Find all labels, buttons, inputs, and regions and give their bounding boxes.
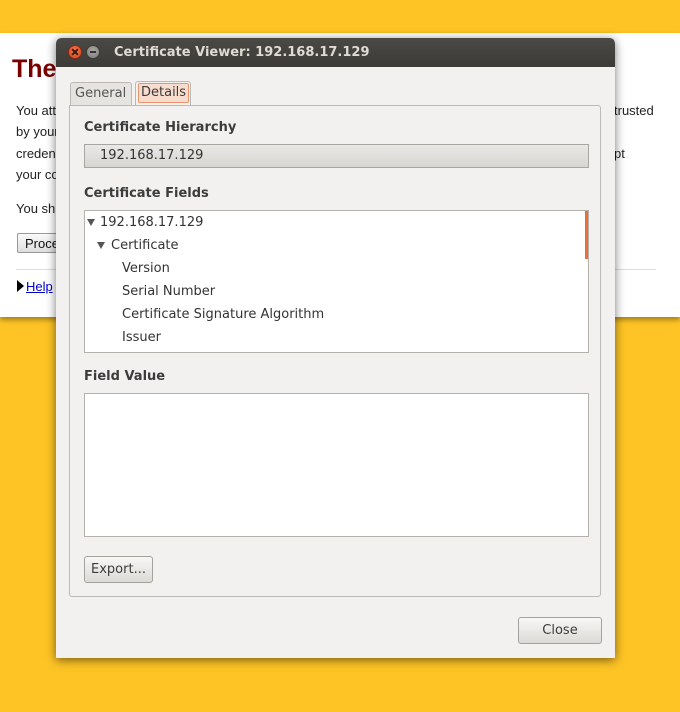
- scrollbar[interactable]: [585, 211, 588, 259]
- page-text-line: your co: [16, 167, 59, 182]
- page-text-line-end: trusted: [614, 103, 654, 118]
- tree-row-label: 192.168.17.129: [100, 215, 204, 230]
- tree-row[interactable]: Issuer: [122, 326, 161, 349]
- dialog-title: Certificate Viewer: 192.168.17.129: [114, 45, 370, 60]
- certificate-viewer-dialog: Certificate Viewer: 192.168.17.129 Gener…: [56, 38, 615, 658]
- minimize-icon[interactable]: [86, 45, 100, 59]
- page-title: The: [12, 55, 57, 83]
- tree-row[interactable]: Version: [122, 257, 170, 280]
- page-text-line: You att: [16, 103, 57, 118]
- certificate-fields-label: Certificate Fields: [84, 186, 209, 201]
- certificate-fields-tree[interactable]: 192.168.17.129 Certificate Version Seria…: [84, 210, 589, 353]
- details-panel: Certificate Hierarchy 192.168.17.129 Cer…: [69, 105, 601, 597]
- close-icon[interactable]: [68, 45, 82, 59]
- tree-row[interactable]: Serial Number: [122, 280, 215, 303]
- certificate-hierarchy-label: Certificate Hierarchy: [84, 120, 237, 135]
- tab-details-label: Details: [138, 83, 190, 103]
- triangle-down-icon[interactable]: [87, 219, 95, 226]
- help-expander[interactable]: Help: [17, 279, 53, 294]
- help-link[interactable]: Help: [26, 279, 53, 294]
- field-value-label: Field Value: [84, 369, 166, 384]
- tab-details[interactable]: Details: [135, 81, 191, 105]
- tab-general[interactable]: General: [70, 82, 132, 106]
- tree-row[interactable]: Certificate Signature Algorithm: [122, 303, 324, 326]
- close-button[interactable]: Close: [518, 617, 602, 644]
- field-value-textarea[interactable]: [84, 393, 589, 537]
- tree-row-label: Certificate: [111, 238, 179, 253]
- page-text-line: creden: [16, 146, 56, 161]
- export-button[interactable]: Export...: [84, 556, 153, 583]
- triangle-right-icon: [17, 280, 24, 292]
- page-text-line: You sh: [16, 201, 56, 216]
- dialog-titlebar[interactable]: Certificate Viewer: 192.168.17.129: [56, 38, 615, 67]
- triangle-down-icon[interactable]: [97, 242, 105, 249]
- page-text-line-end: pt: [614, 146, 625, 161]
- page-text-line: by your: [16, 124, 59, 139]
- certificate-hierarchy-item[interactable]: 192.168.17.129: [84, 144, 589, 168]
